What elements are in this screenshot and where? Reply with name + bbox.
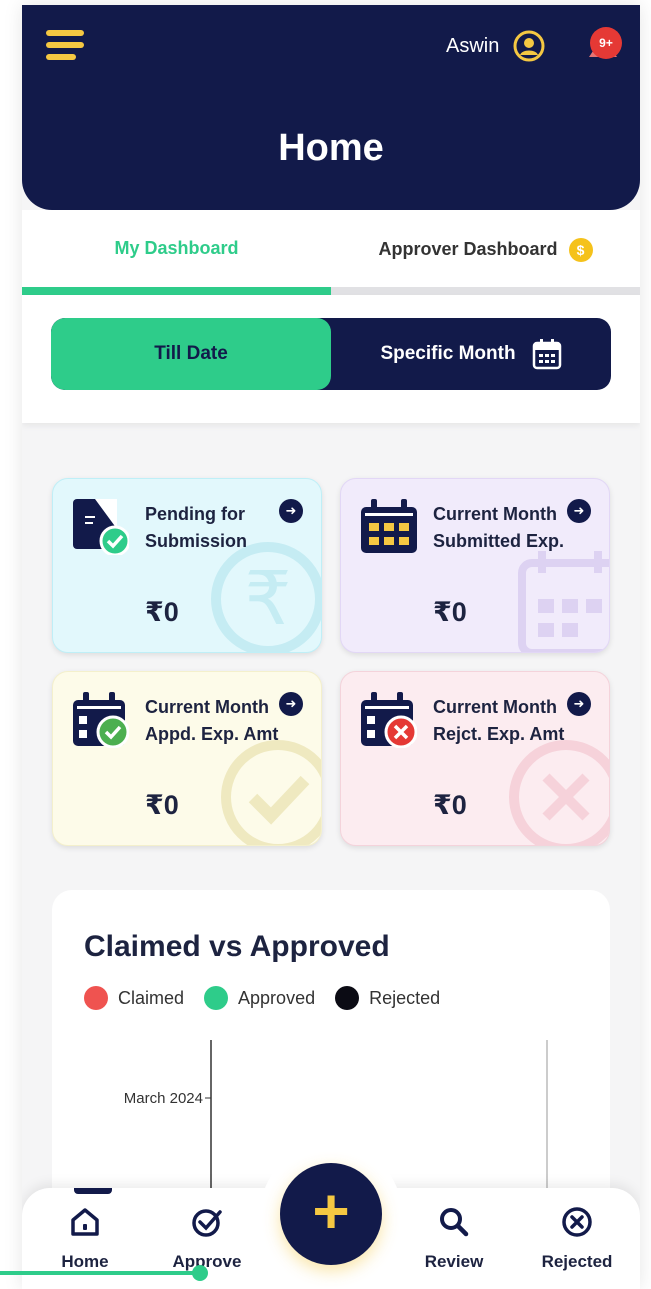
arrow-right-icon[interactable]: ➜: [279, 499, 303, 523]
x-circle-icon: [562, 1207, 592, 1237]
calendar-icon: [361, 499, 417, 553]
arrow-right-icon[interactable]: ➜: [567, 499, 591, 523]
card-pending-submission[interactable]: ₹ Pending for Submission ➜ ₹0: [52, 478, 322, 653]
legend-label: Claimed: [118, 987, 185, 1008]
chart-legend: Claimed Approved Rejected: [84, 986, 460, 1010]
card-label: Current Month Submitted Exp.: [433, 504, 565, 551]
user-circle-icon[interactable]: [513, 30, 545, 62]
card-current-month-rejected[interactable]: Current Month Rejct. Exp. Amt ➜ ₹0: [340, 671, 610, 846]
notification-button[interactable]: 9+: [583, 27, 623, 65]
date-filter-section: Till Date Specific Month: [22, 295, 640, 423]
nav-label: Home: [61, 1252, 109, 1271]
chart-title: Claimed vs Approved: [84, 930, 390, 963]
legend-dot: [84, 986, 108, 1010]
home-icon: [71, 1208, 99, 1236]
nav-label: Rejected: [541, 1252, 613, 1271]
hamburger-icon[interactable]: [46, 28, 86, 62]
tab-my-dashboard[interactable]: My Dashboard: [22, 238, 331, 259]
search-icon: [440, 1208, 469, 1237]
active-indicator: [74, 1188, 112, 1194]
x-watermark-icon: [509, 740, 609, 845]
card-amount: ₹0: [145, 597, 179, 627]
notification-badge: 9+: [590, 27, 622, 59]
svg-text:₹: ₹: [244, 556, 291, 642]
user-name: Aswin: [446, 35, 500, 57]
calendar-check-icon: [73, 692, 129, 748]
nav-label: Review: [424, 1252, 484, 1271]
arrow-right-icon[interactable]: ➜: [567, 692, 591, 716]
document-check-icon: [73, 499, 129, 555]
legend-item-rejected: Rejected: [335, 986, 440, 1010]
till-date-option[interactable]: Till Date: [51, 318, 331, 390]
app-screen: Aswin 9+ Home My Dashboard Approver Dash…: [22, 5, 640, 1289]
tab-active-indicator: [22, 287, 331, 295]
plus-icon: +: [312, 1175, 350, 1247]
date-filter-toggle: Till Date Specific Month: [51, 318, 611, 390]
card-amount: ₹0: [145, 790, 179, 820]
tab-approver-dashboard[interactable]: Approver Dashboard $: [331, 238, 640, 262]
coin-icon: $: [568, 238, 593, 262]
specific-month-option[interactable]: Specific Month: [331, 318, 611, 390]
card-current-month-submitted[interactable]: Current Month Submitted Exp. ➜ ₹0: [340, 478, 610, 653]
calendar-watermark-icon: [518, 551, 609, 652]
check-circle-icon: [192, 1209, 222, 1237]
legend-item-claimed: Claimed: [84, 986, 184, 1010]
card-label: Pending for Submission: [145, 504, 248, 551]
app-header: Aswin 9+ Home: [22, 5, 640, 210]
legend-dot: [335, 986, 360, 1010]
legend-label: Rejected: [369, 987, 441, 1008]
till-date-label: Till Date: [154, 343, 228, 364]
gesture-dot: [192, 1265, 208, 1281]
y-tick-label: March 2024: [124, 1090, 203, 1107]
legend-label: Approved: [238, 987, 316, 1008]
check-watermark-icon: [221, 740, 321, 845]
legend-item-approved: Approved: [204, 986, 315, 1010]
tab-label: Approver Dashboard: [378, 238, 558, 259]
legend-dot: [204, 986, 229, 1010]
card-label: Current Month Rejct. Exp. Amt: [433, 697, 565, 744]
card-current-month-approved[interactable]: Current Month Appd. Exp. Amt ➜ ₹0: [52, 671, 322, 846]
page-title: Home: [278, 127, 384, 169]
calendar-x-icon: [361, 692, 417, 748]
tab-label: My Dashboard: [114, 238, 239, 258]
dashboard-tabs: My Dashboard Approver Dashboard $: [22, 210, 640, 295]
card-label: Current Month Appd. Exp. Amt: [145, 697, 279, 744]
arrow-right-icon[interactable]: ➜: [279, 692, 303, 716]
add-expense-button[interactable]: +: [280, 1163, 382, 1265]
specific-month-label: Specific Month: [380, 343, 516, 364]
gesture-line: [0, 1271, 200, 1275]
card-amount: ₹0: [433, 597, 467, 627]
card-amount: ₹0: [433, 790, 467, 820]
calendar-icon: [532, 339, 561, 370]
